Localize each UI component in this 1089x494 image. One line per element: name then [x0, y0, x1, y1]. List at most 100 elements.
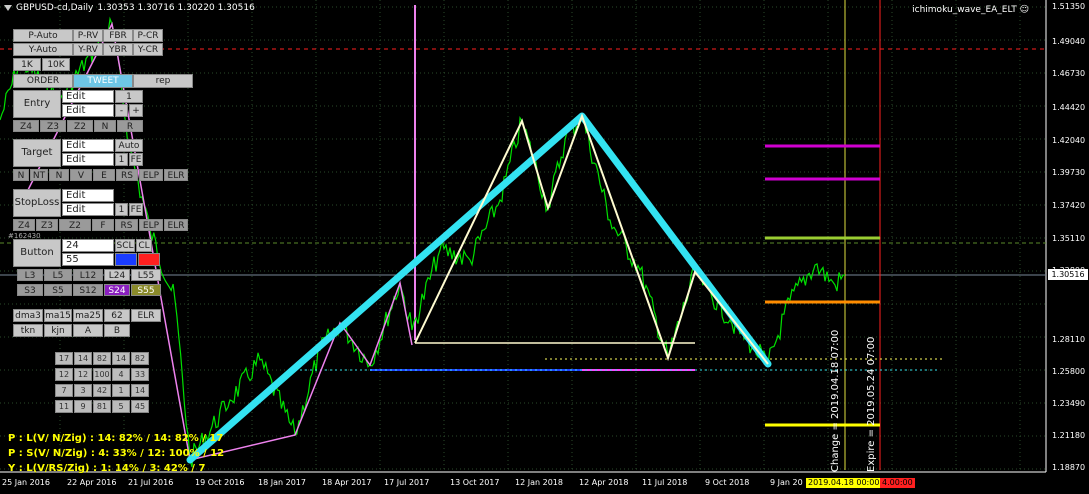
nt-button[interactable]: NT — [30, 169, 48, 181]
v-button[interactable]: V — [70, 169, 92, 181]
1k-button[interactable]: 1K — [13, 58, 41, 71]
fbr-button[interactable]: FBR — [103, 29, 133, 42]
n2-button[interactable]: N — [49, 169, 69, 181]
red-swatch[interactable] — [138, 253, 160, 266]
s24-button[interactable]: S24 — [104, 284, 130, 296]
n-nt-button[interactable]: N — [13, 169, 29, 181]
l24-button[interactable]: L24 — [104, 269, 130, 281]
sl-edit-1[interactable]: Edit — [62, 189, 114, 202]
price-tick-label: 1.42040 — [1052, 136, 1086, 145]
rep-button[interactable]: rep — [133, 74, 193, 88]
y-auto-button[interactable]: Y-Auto — [13, 43, 73, 56]
l5-button[interactable]: L5 — [44, 269, 72, 281]
elr-button-2[interactable]: ELR — [164, 219, 188, 231]
entry-plus-button[interactable]: + — [129, 104, 143, 117]
elr-ma-button[interactable]: ELR — [131, 309, 161, 322]
a-button[interactable]: A — [73, 324, 103, 337]
target-fe-button[interactable]: FE — [129, 153, 143, 166]
dma3-button[interactable]: dma3 — [13, 309, 43, 322]
target-1-button[interactable]: 1 — [115, 153, 128, 166]
r-button[interactable]: R — [117, 120, 143, 132]
y-cr-button[interactable]: Y-CR — [133, 43, 163, 56]
s3-button[interactable]: S3 — [17, 284, 43, 296]
order-button[interactable]: ORDER — [13, 74, 73, 88]
time-tick-label: 21 Jul 2016 — [128, 478, 174, 487]
rs-button[interactable]: RS — [116, 169, 138, 181]
s55-button[interactable]: S55 — [131, 284, 161, 296]
price-tick-label: 1.39730 — [1052, 168, 1086, 177]
grid-cell: 7 — [55, 384, 73, 397]
p-cr-button[interactable]: P-CR — [133, 29, 163, 42]
scl-button[interactable]: SCL — [115, 239, 135, 252]
time-tick-label: 9 Oct 2018 — [705, 478, 750, 487]
y-rv-button[interactable]: Y-RV — [73, 43, 103, 56]
stoploss-button[interactable]: StopLoss — [13, 189, 61, 217]
s12-button[interactable]: S12 — [73, 284, 103, 296]
target-edit-1[interactable]: Edit — [62, 139, 114, 152]
n-button[interactable]: N — [94, 120, 116, 132]
sl-1-button[interactable]: 1 — [115, 203, 128, 216]
p-auto-button[interactable]: P-Auto — [13, 29, 73, 42]
rs-button-2[interactable]: RS — [115, 219, 138, 231]
l55-button[interactable]: L55 — [131, 269, 161, 281]
elp-button[interactable]: ELP — [139, 169, 163, 181]
grid-cell: 9 — [74, 400, 92, 413]
time-tick-label: 19 Oct 2016 — [195, 478, 245, 487]
grid-cell: 5 — [112, 400, 130, 413]
p-rv-button[interactable]: P-RV — [73, 29, 103, 42]
target-auto-button[interactable]: Auto — [115, 139, 143, 152]
button-button[interactable]: Button — [13, 239, 61, 267]
sl-fe-button[interactable]: FE — [129, 203, 143, 216]
ma25-button[interactable]: ma25 — [73, 309, 103, 322]
62-button[interactable]: 62 — [104, 309, 130, 322]
entry-1-button[interactable]: 1 — [115, 90, 143, 103]
expire-label: Expire = 2019.05.24 07:00 — [866, 336, 877, 472]
target-button[interactable]: Target — [13, 139, 61, 167]
entry-button[interactable]: Entry — [13, 90, 61, 118]
symbol-title: GBPUSD-cd,Daily — [16, 3, 94, 13]
elp-button-2[interactable]: ELP — [139, 219, 163, 231]
time-tick-label: 12 Jan 2018 — [515, 478, 563, 487]
grid-cell: 81 — [93, 400, 111, 413]
z3-button-2[interactable]: Z3 — [36, 219, 58, 231]
z2-button[interactable]: Z2 — [67, 120, 93, 132]
entry-edit-1[interactable]: Edit — [62, 90, 114, 103]
l3-button[interactable]: L3 — [17, 269, 43, 281]
s5-button[interactable]: S5 — [44, 284, 72, 296]
button-val-1[interactable]: 24 — [62, 239, 114, 252]
l12-button[interactable]: L12 — [73, 269, 103, 281]
cl-button[interactable]: CL — [136, 239, 152, 252]
grid-cell: 14 — [131, 384, 149, 397]
ma15-button[interactable]: ma15 — [44, 309, 72, 322]
price-tick-label: 1.25800 — [1052, 367, 1086, 376]
e-button[interactable]: E — [93, 169, 115, 181]
current-price-badge: 1.30516 — [1048, 269, 1088, 280]
price-tick-label: 1.21180 — [1052, 431, 1086, 440]
grid-cell: 11 — [55, 400, 73, 413]
price-tick-label: 1.18870 — [1052, 463, 1086, 472]
f-button[interactable]: F — [92, 219, 114, 231]
z4-button-2[interactable]: Z4 — [13, 219, 35, 231]
time-tick-label: 25 Jan 2016 — [2, 478, 50, 487]
tkn-button[interactable]: tkn — [13, 324, 43, 337]
kjn-button[interactable]: kjn — [44, 324, 72, 337]
blue-swatch[interactable] — [115, 253, 137, 266]
z4-button[interactable]: Z4 — [13, 120, 39, 132]
chart-title: GBPUSD-cd,Daily 1.30353 1.30716 1.30220 … — [4, 3, 255, 13]
dropdown-triangle-icon[interactable] — [4, 5, 12, 11]
z2-button-2[interactable]: Z2 — [59, 219, 91, 231]
z3-button[interactable]: Z3 — [40, 120, 66, 132]
tweet-button[interactable]: TWEET — [73, 74, 133, 88]
ybr-button[interactable]: YBR — [103, 43, 133, 56]
grid-cell: 14 — [112, 352, 130, 365]
entry-minus-button[interactable]: - — [115, 104, 128, 117]
b-button[interactable]: B — [104, 324, 130, 337]
elr-button[interactable]: ELR — [164, 169, 188, 181]
button-val-2[interactable]: 55 — [62, 253, 114, 266]
10k-button[interactable]: 10K — [42, 58, 70, 71]
price-tick-label: 1.44420 — [1052, 103, 1086, 112]
entry-edit-2[interactable]: Edit — [62, 104, 114, 117]
target-edit-2[interactable]: Edit — [62, 153, 114, 166]
price-tick-label: 1.35110 — [1052, 234, 1086, 243]
sl-edit-2[interactable]: Edit — [62, 203, 114, 216]
